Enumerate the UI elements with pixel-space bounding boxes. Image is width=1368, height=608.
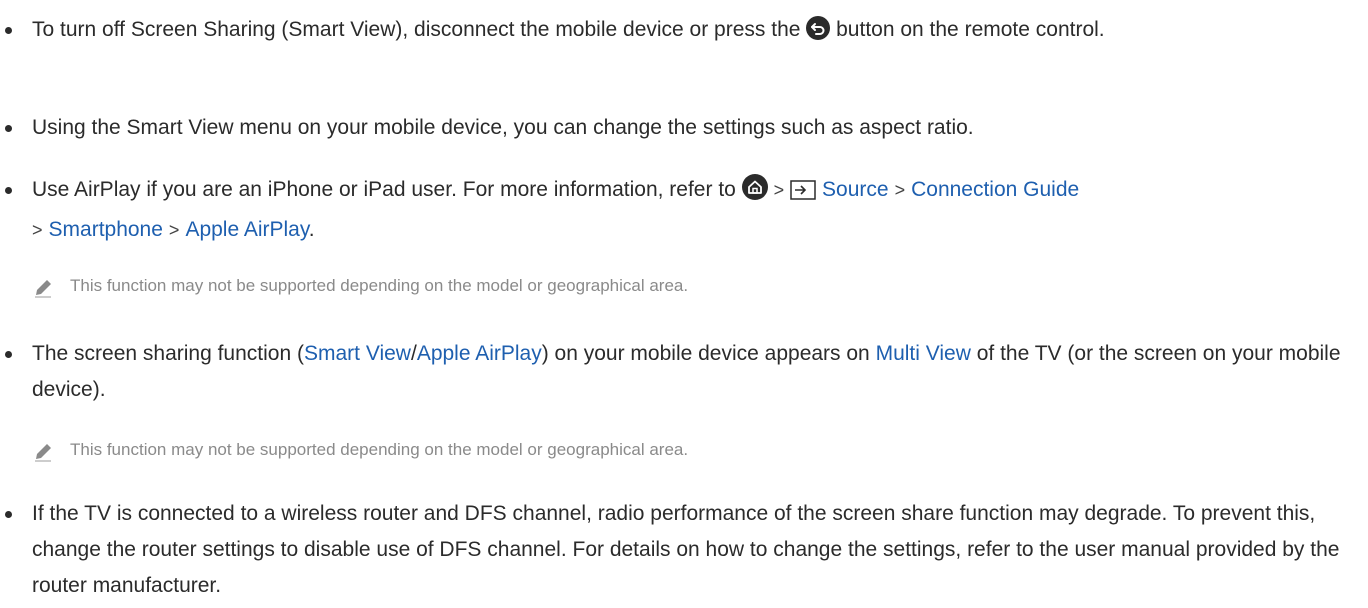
list-item-text: If the TV is connected to a wireless rou… bbox=[32, 502, 1340, 597]
link-smart-view[interactable]: Smart View bbox=[304, 342, 411, 365]
path-separator: > bbox=[168, 220, 180, 240]
note-text: This function may not be supported depen… bbox=[70, 440, 689, 459]
item-text: button on the remote control. bbox=[830, 18, 1105, 41]
item-text: . bbox=[308, 218, 315, 241]
item-text: Use AirPlay if you are an iPhone or iPad… bbox=[32, 178, 736, 201]
path-separator: > bbox=[32, 220, 43, 240]
link-apple-airplay[interactable]: Apple AirPlay bbox=[417, 342, 542, 365]
list-item-text: Using the Smart View menu on your mobile… bbox=[32, 116, 974, 139]
path-separator: > bbox=[894, 180, 906, 200]
link-multi-view[interactable]: Multi View bbox=[876, 342, 971, 365]
note-text: This function may not be supported depen… bbox=[70, 276, 689, 295]
bullet-dot bbox=[5, 511, 12, 518]
document-body: To turn off Screen Sharing (Smart View),… bbox=[0, 0, 1368, 608]
list-item-text: The screen sharing function (Smart View/… bbox=[32, 336, 1352, 408]
pencil-icon bbox=[32, 440, 54, 476]
source-icon bbox=[790, 176, 816, 212]
bullet-dot bbox=[5, 187, 12, 194]
home-icon bbox=[741, 174, 768, 212]
bullet-dot bbox=[5, 351, 12, 358]
return-icon bbox=[806, 16, 831, 52]
item-text: To turn off Screen Sharing (Smart View),… bbox=[32, 18, 801, 41]
pencil-icon bbox=[32, 276, 54, 312]
path-link-apple-airplay[interactable]: Apple AirPlay bbox=[185, 218, 308, 241]
item-text: ) on your mobile device appears on bbox=[541, 342, 876, 365]
list-item-text: To turn off Screen Sharing (Smart View),… bbox=[32, 12, 1352, 52]
path-link-source[interactable]: Source bbox=[822, 178, 889, 201]
item-text: The screen sharing function ( bbox=[32, 342, 304, 365]
list-item-text: Use AirPlay if you are an iPhone or iPad… bbox=[32, 172, 1352, 248]
path-separator: > bbox=[773, 180, 785, 200]
path-link-smartphone[interactable]: Smartphone bbox=[49, 218, 163, 241]
path-link-connection-guide[interactable]: Connection Guide bbox=[911, 178, 1079, 201]
bullet-dot bbox=[5, 27, 12, 34]
bullet-dot bbox=[5, 125, 12, 132]
